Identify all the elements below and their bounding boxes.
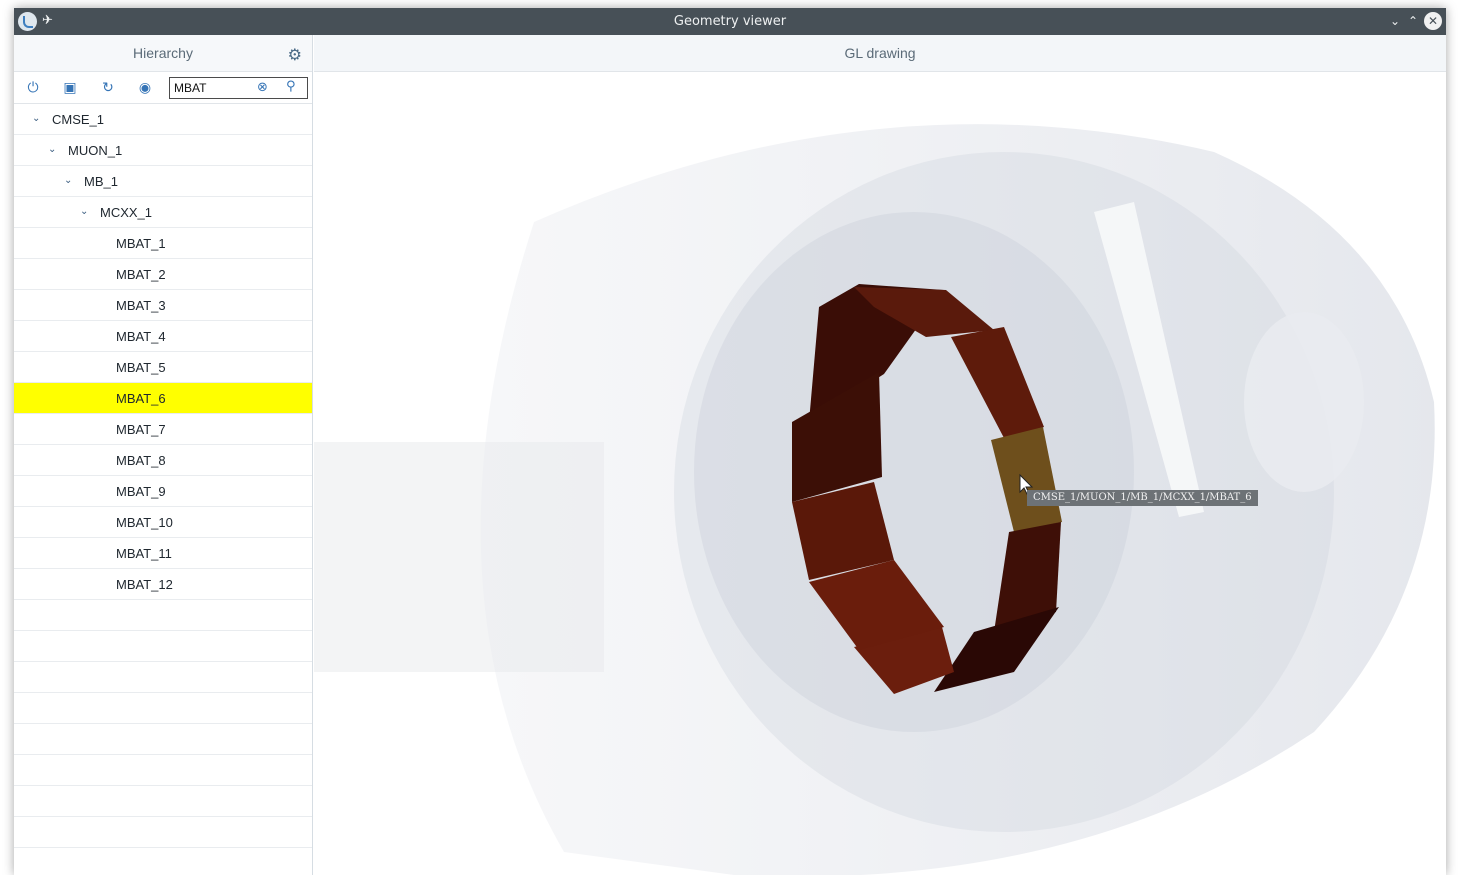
tree-row[interactable]: ⌄ MB_1 xyxy=(14,166,312,197)
tree-row[interactable]: ⌄ CMSE_1 xyxy=(14,104,312,135)
geometry-viewer-window: ✈ Geometry viewer ⌄ ⌃ ✕ Hierarchy ⚙ ⏻ ▣ … xyxy=(14,8,1446,875)
tree-item-label: MBAT_9 xyxy=(116,484,166,499)
gl-canvas[interactable]: CMSE_1/MUON_1/MB_1/MCXX_1/MBAT_6 xyxy=(314,72,1446,875)
geometry-render[interactable] xyxy=(314,72,1446,875)
tree-row[interactable]: MBAT_5 xyxy=(14,352,312,383)
tree-item-label: MBAT_2 xyxy=(116,267,166,282)
path-tooltip: CMSE_1/MUON_1/MB_1/MCXX_1/MBAT_6 xyxy=(1027,490,1258,506)
tree-row[interactable]: MBAT_9 xyxy=(14,476,312,507)
tree-row[interactable]: MBAT_8 xyxy=(14,445,312,476)
empty-row xyxy=(14,786,312,817)
power-icon[interactable]: ⏻ xyxy=(24,79,42,97)
tree-row[interactable]: MBAT_2 xyxy=(14,259,312,290)
empty-row xyxy=(14,724,312,755)
chevron-down-icon[interactable]: ⌄ xyxy=(80,206,88,217)
tree-item-label: MBAT_12 xyxy=(116,577,173,592)
minimize-icon[interactable]: ⌄ xyxy=(1386,12,1404,30)
tree-row[interactable]: MBAT_12 xyxy=(14,569,312,600)
search-clear-icon[interactable]: ⊗ xyxy=(257,80,268,95)
title-bar[interactable]: ✈ Geometry viewer ⌄ ⌃ ✕ xyxy=(14,8,1446,35)
tree-item-label: MBAT_5 xyxy=(116,360,166,375)
tree-row[interactable]: ⌄ MUON_1 xyxy=(14,135,312,166)
tree-item-label: MBAT_6 xyxy=(116,391,166,406)
tree-item-label: MBAT_11 xyxy=(116,546,172,561)
tree-row[interactable]: MBAT_4 xyxy=(14,321,312,352)
tree-item-label: MBAT_3 xyxy=(116,298,166,313)
search-input[interactable] xyxy=(174,80,254,96)
window-title: Geometry viewer xyxy=(673,14,787,29)
tree-row[interactable]: MBAT_1 xyxy=(14,228,312,259)
tree-item-label: CMSE_1 xyxy=(52,112,105,127)
tree-item-label: MBAT_10 xyxy=(116,515,173,530)
hierarchy-tree: ⌄ CMSE_1 ⌄ MUON_1 ⌄ MB_1 ⌄ MCXX_1 MBAT_1 MBAT_2 MB… xyxy=(14,104,312,848)
hierarchy-header: Hierarchy ⚙ xyxy=(14,35,312,72)
empty-row xyxy=(14,631,312,662)
tree-item-label: MBAT_4 xyxy=(116,329,166,344)
maximize-icon[interactable]: ⌃ xyxy=(1404,12,1422,30)
tree-item-label: MBAT_7 xyxy=(116,422,166,437)
tree-item-label: MUON_1 xyxy=(68,143,123,158)
tree-row[interactable]: ⌄ MCXX_1 xyxy=(14,197,312,228)
endcap-shape xyxy=(1244,312,1364,492)
search-icon[interactable]: ⚲ xyxy=(286,79,296,94)
chevron-down-icon[interactable]: ⌄ xyxy=(48,144,56,155)
tree-row[interactable]: MBAT_3 xyxy=(14,290,312,321)
tree-row[interactable]: MBAT_10 xyxy=(14,507,312,538)
gl-title: GL drawing xyxy=(844,45,916,61)
chevron-down-icon[interactable]: ⌄ xyxy=(64,175,72,186)
tree-row[interactable]: MBAT_6 xyxy=(14,383,312,414)
refresh-icon[interactable]: ↻ xyxy=(99,79,117,97)
empty-row xyxy=(14,662,312,693)
empty-row xyxy=(14,693,312,724)
gl-header: GL drawing xyxy=(314,35,1446,72)
hierarchy-title: Hierarchy xyxy=(133,45,193,61)
tree-item-label: MB_1 xyxy=(84,174,118,189)
search-box[interactable]: ⊗ ⚲ xyxy=(169,77,308,99)
chevron-down-icon[interactable]: ⌄ xyxy=(32,113,40,124)
save-icon[interactable]: ▣ xyxy=(61,79,79,97)
close-icon[interactable]: ✕ xyxy=(1424,12,1442,30)
tree-row[interactable]: MBAT_7 xyxy=(14,414,312,445)
hierarchy-toolbar: ⏻ ▣ ↻ ◉ ⊗ ⚲ xyxy=(14,72,312,104)
empty-row xyxy=(14,817,312,848)
tree-item-label: MCXX_1 xyxy=(100,205,153,220)
tree-item-label: MBAT_1 xyxy=(116,236,166,251)
tree-item-label: MBAT_8 xyxy=(116,453,166,468)
settings-gear-icon[interactable]: ⚙ xyxy=(288,45,302,64)
tree-row[interactable]: MBAT_11 xyxy=(14,538,312,569)
empty-row xyxy=(14,755,312,786)
eye-icon[interactable]: ◉ xyxy=(136,79,154,97)
empty-row xyxy=(14,600,312,631)
gl-panel: GL drawing CMSE_1/MUON_1/MB_1/MCXX_1/MBA… xyxy=(314,35,1446,875)
hierarchy-panel: Hierarchy ⚙ ⏻ ▣ ↻ ◉ ⊗ ⚲ ⌄ CMSE_1 ⌄ MUON_1 ⌄ M… xyxy=(14,35,313,875)
